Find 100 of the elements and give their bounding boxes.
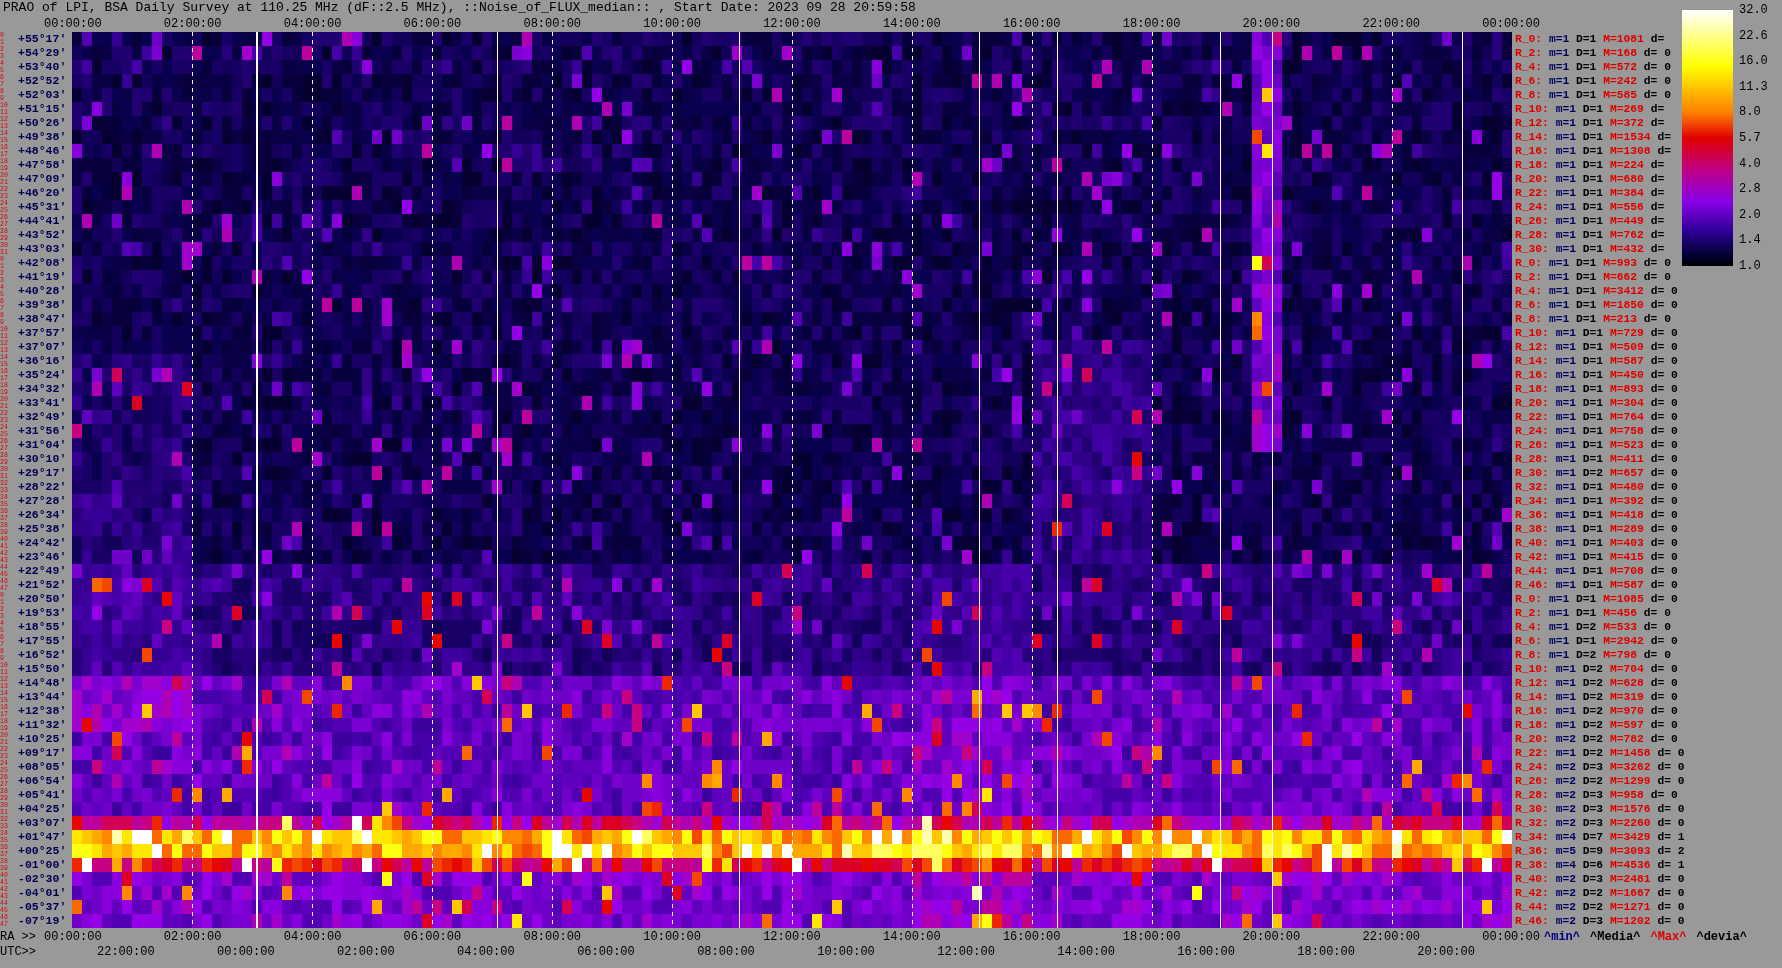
ring-stats-line: R_34: m=1 D=1 M=392 d= 0	[1515, 494, 1678, 508]
legend-label: ^Media^	[1590, 930, 1641, 945]
declination-label: +50°26′	[18, 116, 67, 130]
ra-tick-label: 22:00:00	[1362, 930, 1421, 945]
colorbar-tick-label: 8.0	[1739, 105, 1762, 120]
declination-label: +31°56′	[18, 424, 67, 438]
ra-tick-label: 00:00:00	[44, 930, 102, 945]
ring-stats-line: R_22: m=1 D=1 M=384 d=	[1515, 186, 1665, 200]
ring-stats-line: R_24: m=1 D=1 M=758 d= 0	[1515, 424, 1678, 438]
utc-tick-label: 20:00:00	[1417, 945, 1475, 960]
ring-stats-line: R_10: m=1 D=2 M=704 d= 0	[1515, 662, 1678, 676]
ring-stats-line: R_12: m=1 D=1 M=509 d= 0	[1515, 340, 1678, 354]
declination-label: +52°52′	[18, 74, 67, 88]
colorbar-tick-label: 11.3	[1739, 79, 1768, 94]
declination-label: -02°30′	[18, 872, 67, 886]
ring-stats-line: R_42: m=1 D=1 M=415 d= 0	[1515, 550, 1678, 564]
declination-label: +01°47′	[18, 830, 67, 844]
ring-stats-line: R_2: m=1 D=1 M=662 d= 0	[1515, 270, 1671, 284]
declination-label: +29°17′	[18, 466, 67, 480]
declination-label: +17°55′	[18, 634, 67, 648]
ra-tick-label: 00:00:00	[1482, 16, 1540, 32]
ring-stats-line: R_22: m=1 D=2 M=1458 d= 0	[1515, 746, 1685, 760]
ring-stats-line: R_38: m=1 D=1 M=289 d= 0	[1515, 522, 1678, 536]
ring-stats-line: R_6: m=1 D=1 M=2942 d= 0	[1515, 634, 1678, 648]
ring-stats-line: R_16: m=1 D=1 M=1308 d=	[1515, 144, 1671, 158]
declination-label: +37°07′	[18, 340, 67, 354]
colorbar-tick-label: 22.6	[1739, 28, 1768, 43]
ra-tick-label: 14:00:00	[883, 930, 941, 945]
ring-stats-line: R_32: m=2 D=3 M=2260 d= 0	[1515, 816, 1685, 830]
colorbar-tick-label: 2.0	[1739, 207, 1762, 222]
declination-label: +15°50′	[18, 662, 67, 676]
ring-stats-line: R_0: m=1 D=1 M=1081 d=	[1515, 32, 1665, 46]
declination-label: +22°49′	[18, 564, 67, 578]
ring-stats-line: R_6: m=1 D=1 M=242 d= 0	[1515, 74, 1671, 88]
utc-tick-label: 22:00:00	[97, 945, 155, 960]
ring-stats-line: R_16: m=1 D=2 M=970 d= 0	[1515, 704, 1678, 718]
ra-tick-label: 22:00:00	[1362, 16, 1421, 32]
declination-label: +38°47′	[18, 312, 67, 326]
ra-tick-label: 00:00:00	[44, 16, 102, 32]
ring-stats-line: R_10: m=1 D=1 M=269 d=	[1515, 102, 1665, 116]
declination-label: +54°29′	[18, 46, 67, 60]
declination-label: +55°17′	[18, 32, 67, 46]
ring-stats-line: R_46: m=1 D=1 M=587 d= 0	[1515, 578, 1678, 592]
utc-tick-label: 14:00:00	[1057, 945, 1115, 960]
utc-tick-label: 06:00:00	[577, 945, 635, 960]
ring-stats-line: R_18: m=1 D=1 M=224 d=	[1515, 158, 1665, 172]
declination-label: +13°44′	[18, 690, 67, 704]
declination-label: +52°03′	[18, 88, 67, 102]
ring-stats-line: R_20: m=2 D=2 M=782 d= 0	[1515, 732, 1678, 746]
ra-tick-label: 16:00:00	[1002, 930, 1061, 945]
ring-stats-line: R_24: m=2 D=3 M=3262 d= 0	[1515, 760, 1685, 774]
legend-label: ^Max^	[1650, 930, 1687, 945]
ring-stats-line: R_30: m=2 D=3 M=1576 d= 0	[1515, 802, 1685, 816]
ring-stats-line: R_40: m=2 D=3 M=2481 d= 0	[1515, 872, 1685, 886]
ring-stats-line: R_14: m=1 D=2 M=319 d= 0	[1515, 690, 1678, 704]
declination-label: +37°57′	[18, 326, 67, 340]
declination-label: +51°15′	[18, 102, 67, 116]
ra-tick-label: 04:00:00	[283, 16, 342, 32]
declination-label: +16°52′	[18, 648, 67, 662]
colorbar-tick-label: 1.0	[1739, 258, 1762, 273]
ring-stats-line: R_28: m=2 D=3 M=958 d= 0	[1515, 788, 1678, 802]
ra-tick-label: 02:00:00	[163, 930, 222, 945]
utc-axis-prefix: UTC>>	[0, 945, 36, 960]
declination-label: +36°16′	[18, 354, 67, 368]
ring-stats-line: R_2: m=1 D=1 M=168 d= 0	[1515, 46, 1671, 60]
ra-tick-label: 10:00:00	[643, 16, 701, 32]
ring-stats-line: R_28: m=1 D=1 M=762 d=	[1515, 228, 1665, 242]
declination-label: +20°50′	[18, 592, 67, 606]
declination-label: +27°28′	[18, 494, 67, 508]
declination-label: +49°38′	[18, 130, 67, 144]
ra-tick-label: 04:00:00	[283, 930, 342, 945]
declination-label: +33°41′	[18, 396, 67, 410]
ring-stats-line: R_22: m=1 D=1 M=764 d= 0	[1515, 410, 1678, 424]
ring-stats-line: R_10: m=1 D=1 M=729 d= 0	[1515, 326, 1678, 340]
declination-label: +53°40′	[18, 60, 67, 74]
ra-tick-label: 00:00:00	[1482, 930, 1540, 945]
utc-tick-label: 02:00:00	[337, 945, 395, 960]
ring-stats-line: R_36: m=1 D=1 M=418 d= 0	[1515, 508, 1678, 522]
ra-tick-label: 16:00:00	[1002, 16, 1061, 32]
ring-stats-line: R_28: m=1 D=1 M=411 d= 0	[1515, 452, 1678, 466]
ring-stats-line: R_4: m=1 D=1 M=572 d= 0	[1515, 60, 1671, 74]
legend-label: ^min^	[1544, 930, 1580, 945]
declination-label: +41°19′	[18, 270, 67, 284]
ring-stats-line: R_44: m=1 D=1 M=708 d= 0	[1515, 564, 1678, 578]
ring-stats-line: R_46: m=2 D=3 M=1202 d= 0	[1515, 914, 1685, 928]
declination-label: +31°04′	[18, 438, 67, 452]
declination-label: +45°31′	[18, 200, 67, 214]
ra-axis-prefix: RA >>	[0, 930, 37, 945]
ring-stats-line: R_38: m=4 D=6 M=4536 d= 1	[1515, 858, 1685, 872]
ring-stats-line: R_0: m=1 D=1 M=1085 d= 0	[1515, 592, 1678, 606]
ring-stats-line: R_14: m=1 D=1 M=1534 d=	[1515, 130, 1671, 144]
utc-tick-label: 16:00:00	[1177, 945, 1235, 960]
ring-stats-line: R_2: m=1 D=1 M=456 d= 0	[1515, 606, 1671, 620]
declination-label: +47°09′	[18, 172, 67, 186]
ra-tick-label: 12:00:00	[763, 16, 821, 32]
ring-stats-line: R_26: m=2 D=2 M=1299 d= 0	[1515, 774, 1685, 788]
ring-stats-line: R_30: m=1 D=2 M=657 d= 0	[1515, 466, 1678, 480]
colorbar-tick-label: 5.7	[1739, 130, 1762, 145]
ring-stats-line: R_18: m=1 D=1 M=893 d= 0	[1515, 382, 1678, 396]
ring-stats-line: R_8: m=1 D=1 M=585 d= 0	[1515, 88, 1671, 102]
